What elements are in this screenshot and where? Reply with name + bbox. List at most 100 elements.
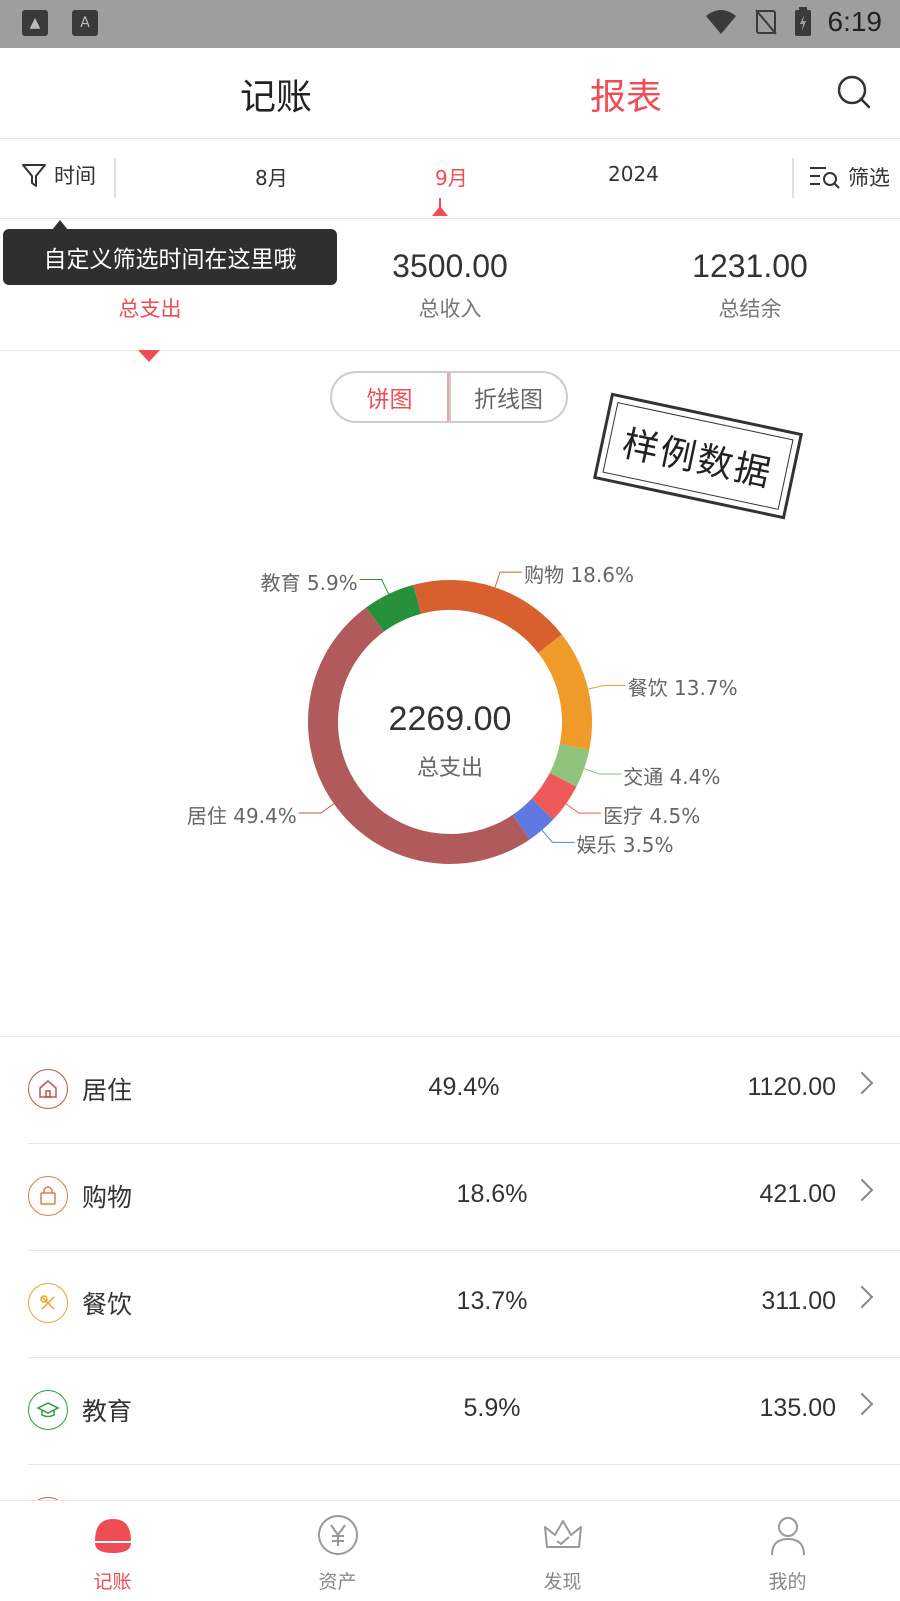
pie-leader-line-7 [359,579,390,595]
pie-label-1: 购物 18.6% [524,563,634,588]
search-icon[interactable] [836,74,872,110]
expense-label: 总支出 [118,297,182,321]
status-bar: ▲ A 6:19 [0,0,900,48]
shopping-bag-icon [28,1176,68,1216]
pie-label-7: 教育 5.9% [260,570,358,595]
chart-type-toggle: 饼图 折线图 [330,371,568,423]
nav-mine-label: 我的 [768,1571,807,1593]
summary-active-indicator [138,350,160,362]
list-item[interactable] [28,1464,900,1505]
chart-center-label: 总支出 [416,756,483,781]
gallery-icon: ▲ [22,10,48,36]
battery-icon [794,7,811,36]
pie-slice-1[interactable] [413,580,562,654]
bottom-nav: 记账 资产 发现 我的 [0,1500,900,1601]
period-active-indicator [432,206,448,216]
list-item[interactable]: 教育 5.9% 135.00 [28,1357,900,1464]
nav-assets[interactable]: 资产 [225,1501,450,1601]
category-name: 教育 [82,1397,133,1426]
category-percent: 13.7% [456,1287,528,1315]
chevron-right-icon [850,1071,874,1095]
nav-discover[interactable]: 发现 [450,1501,675,1601]
period-aug[interactable]: 8月 [255,162,288,191]
no-sim-icon [754,9,777,35]
toggle-pie[interactable]: 饼图 [332,373,449,421]
stamp-text: 样例数据 [602,402,794,510]
pie-slice-4[interactable] [531,772,577,820]
nav-ledger[interactable]: 记账 [0,1501,225,1601]
status-time: 6:19 [827,6,883,37]
wifi-icon [705,10,736,34]
nav-mine[interactable]: 我的 [675,1501,900,1601]
yen-icon [317,1515,358,1555]
nav-assets-label: 资产 [318,1571,357,1593]
category-name: 居住 [82,1076,133,1105]
pie-label-4: 医疗 4.5% [603,804,701,829]
period-filter-row: 时间 8月 9月 2024 筛选 [0,138,900,219]
income-value: 3500.00 [392,248,508,284]
graduation-cap-icon [28,1390,68,1430]
category-amount: 1120.00 [747,1073,836,1101]
nav-discover-label: 发现 [543,1571,582,1593]
donut-svg [298,571,626,864]
tab-report[interactable]: 报表 [590,68,662,120]
pie-leader-line-4 [565,803,602,814]
home-icon [28,1069,68,1109]
tab-ledger[interactable]: 记账 [240,68,312,120]
pie-label-5: 娱乐 3.5% [576,833,674,858]
chevron-right-icon [850,1285,874,1309]
filter-list-icon [810,167,840,189]
pie-leader-line-2 [588,684,626,690]
period-sep[interactable]: 9月 [435,162,468,191]
chart-center-value: 2269.00 [388,700,512,738]
time-filter-label: 时间 [54,164,96,188]
category-list: 居住 49.4% 1120.00 购物 18.6% 421.00 餐饮 13.7… [0,1036,900,1505]
summary-income[interactable]: 3500.00 总收入 [300,248,600,323]
toggle-line[interactable]: 折线图 [449,373,566,421]
period-2024[interactable]: 2024 [608,162,659,186]
pie-label-3: 交通 4.4% [623,764,721,789]
income-label: 总收入 [418,297,482,321]
time-filter-button[interactable]: 时间 [20,160,96,190]
category-amount: 311.00 [761,1287,836,1315]
font-icon: A [72,10,98,36]
balance-value: 1231.00 [692,248,808,284]
pie-leader-line-5 [541,829,575,843]
funnel-icon [22,164,46,187]
list-item[interactable]: 居住 49.4% 1120.00 [0,1036,900,1143]
tooltip-text: 自定义筛选时间在这里哦 [43,247,297,273]
pie-leader-line-3 [583,768,622,775]
donut-chart: 2269.00 总支出 购物 18.6% 餐饮 13.7% 交通 4.4% 医疗 4.… [0,560,900,920]
sample-data-stamp: 样例数据 [592,392,804,520]
category-percent: 49.4% [428,1073,500,1101]
category-amount: 135.00 [759,1394,836,1422]
category-name: 餐饮 [82,1290,133,1319]
list-item[interactable]: 餐饮 13.7% 311.00 [28,1250,900,1357]
balance-label: 总结余 [718,297,782,321]
chevron-right-icon [850,1392,874,1416]
tooltip: 自定义筛选时间在这里哦 [3,229,337,285]
user-icon [770,1517,805,1556]
category-amount: 421.00 [759,1180,836,1208]
pie-label-6: 居住 49.4% [186,803,297,828]
list-item[interactable]: 购物 18.6% 421.00 [28,1143,900,1250]
nav-ledger-label: 记账 [93,1571,132,1593]
filter-label: 筛选 [848,166,890,190]
divider [792,158,794,198]
chevron-right-icon [850,1178,874,1202]
category-percent: 5.9% [463,1394,521,1422]
crown-icon [543,1520,582,1548]
top-tabs: 记账 报表 [0,48,900,139]
pie-slice-7[interactable] [366,584,422,632]
divider [114,158,116,198]
pie-leader-line-6 [298,803,335,814]
filter-button[interactable]: 筛选 [808,162,890,192]
category-percent: 18.6% [456,1180,528,1208]
pie-slice-5[interactable] [512,798,554,840]
pie-label-2: 餐饮 13.7% [627,676,738,701]
summary-balance[interactable]: 1231.00 总结余 [600,248,900,323]
utensils-icon [28,1283,68,1323]
pie-leader-line-1 [494,571,523,588]
category-name: 购物 [82,1183,133,1212]
ledger-icon [94,1519,131,1553]
